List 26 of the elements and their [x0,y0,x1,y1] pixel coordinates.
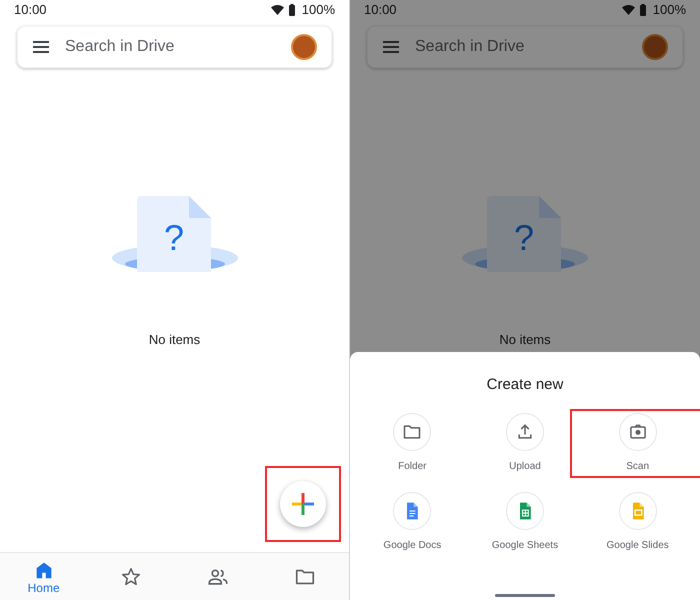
avatar[interactable] [291,34,317,60]
sheet-title: Create new [486,375,564,395]
create-option[interactable]: Google Docs [362,492,462,552]
avatar[interactable] [642,34,668,60]
search-field[interactable]: Search in Drive [65,35,291,59]
status-time: 10:00 [14,1,47,20]
create-option[interactable]: Folder [362,412,462,474]
create-option[interactable]: Scan [588,412,688,474]
plus-icon [292,493,314,515]
menu-icon[interactable] [382,40,400,54]
camera-icon [628,422,648,442]
create-option[interactable]: Google Slides [588,492,688,552]
battery-level: 100% [652,1,686,20]
create-option[interactable]: Upload [475,412,575,474]
empty-message: No items [148,331,200,349]
search-field[interactable]: Search in Drive [415,35,642,59]
sheet-handle[interactable] [495,594,555,597]
empty-message: No items [499,331,551,349]
create-option[interactable]: Google Sheets [475,492,575,552]
star-icon [120,566,142,588]
search-bar[interactable]: Search in Drive [17,26,332,68]
search-bar[interactable]: Search in Drive [367,26,683,68]
battery-level: 100% [302,1,335,20]
create-button[interactable] [280,481,326,527]
status-time: 10:00 [364,1,397,20]
menu-icon[interactable] [32,40,50,54]
